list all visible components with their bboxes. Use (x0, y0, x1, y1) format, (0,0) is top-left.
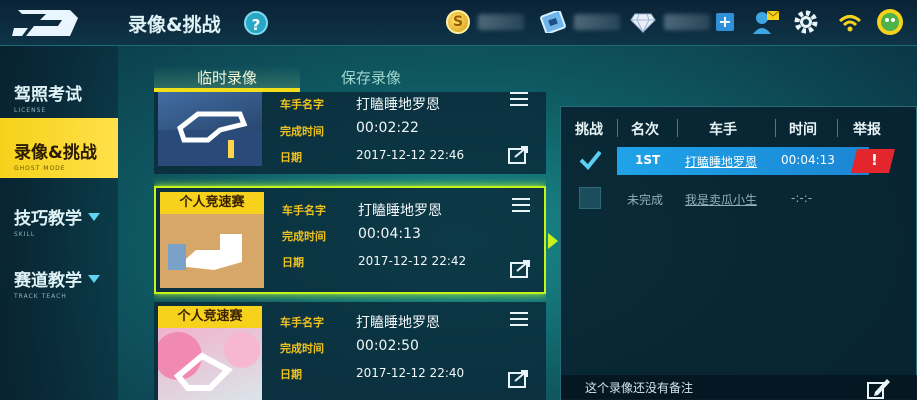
friends-mail-icon[interactable] (752, 8, 780, 36)
header-rank: 名次 (631, 122, 659, 138)
replay-list[interactable]: 车手名字 打瞌睡地罗恩 完成时间 00:02:22 日期 2017-12-12 … (154, 92, 546, 400)
help-button[interactable]: ? (244, 11, 268, 35)
add-diamond-button[interactable]: + (716, 13, 734, 31)
finish-time-label: 完成时间 (280, 342, 324, 355)
diamond-balance: + (630, 9, 734, 35)
chevron-down-icon (88, 212, 100, 221)
page-title: 录像&挑战 (128, 14, 221, 36)
driver-label: 车手名字 (280, 316, 324, 329)
replay-card[interactable]: 车手名字 打瞌睡地罗恩 完成时间 00:02:22 日期 2017-12-12 … (154, 92, 546, 174)
sidebar-item-skill[interactable]: 技巧教学 SKILL (0, 184, 118, 244)
menu-icon[interactable] (512, 198, 530, 212)
record-date: 2017-12-12 22:40 (356, 366, 465, 380)
share-icon[interactable] (510, 258, 532, 278)
coin-icon: S (446, 10, 470, 34)
back-logo-icon[interactable] (12, 4, 84, 42)
top-bar: 录像&挑战 ? S + (0, 0, 917, 46)
column-divider (617, 119, 618, 137)
time-value: 00:04:13 (781, 153, 835, 167)
note-text: 这个录像还没有备注 (585, 381, 694, 395)
selection-arrow-icon (548, 233, 558, 249)
driver-name: 打瞌睡地罗恩 (356, 97, 440, 113)
track-map-icon (158, 111, 262, 166)
challenge-checkbox-checked[interactable] (579, 149, 601, 171)
header-time: 时间 (789, 122, 817, 138)
sidebar-item-label: 技巧教学 (14, 209, 82, 229)
driver-name: 打瞌睡地罗恩 (356, 315, 440, 331)
rank-value: 1ST (635, 153, 661, 167)
finish-time: 00:04:13 (358, 226, 421, 242)
date-label: 日期 (280, 151, 302, 164)
track-thumbnail: 个人竞速赛 (160, 192, 264, 288)
ticket-icon (540, 11, 566, 33)
sidebar-item-sub: GHOST MODE (14, 165, 66, 172)
avatar[interactable] (876, 8, 904, 36)
sidebar-item-sub: LICENSE (14, 107, 47, 114)
rank-value: 未完成 (627, 193, 664, 207)
race-type-badge: 个人竞速赛 (158, 306, 262, 328)
finish-time: 00:02:50 (356, 338, 419, 354)
sidebar-item-label: 录像&挑战 (14, 143, 97, 163)
header-report: 举报 (853, 122, 881, 138)
race-type-badge: 个人竞速赛 (160, 192, 264, 214)
sidebar-item-license[interactable]: 驾照考试 LICENSE (0, 60, 118, 120)
coin-balance: S (446, 9, 524, 35)
sidebar-item-ghost-mode[interactable]: 录像&挑战 GHOST MODE (0, 118, 118, 178)
note-bar: 这个录像还没有备注 (561, 375, 917, 400)
challenge-checkbox[interactable] (579, 187, 601, 209)
driver-link[interactable]: 我是卖瓜小生 (685, 191, 757, 208)
header-challenge: 挑战 (575, 122, 603, 138)
diamond-icon (630, 13, 656, 33)
driver-name: 打瞌睡地罗恩 (358, 203, 442, 219)
tab-temporary-replay[interactable]: 临时录像 (154, 66, 300, 92)
driver-label: 车手名字 (282, 204, 326, 217)
menu-icon[interactable] (510, 312, 528, 326)
replay-card-selected[interactable]: 个人竞速赛 车手名字 打瞌睡地罗恩 完成时间 00:04:13 日期 2017-… (154, 186, 546, 294)
driver-label: 车手名字 (280, 98, 324, 111)
share-icon[interactable] (508, 368, 530, 388)
time-value: -:-:- (791, 191, 813, 205)
edit-note-icon[interactable] (867, 377, 891, 399)
finish-time-label: 完成时间 (280, 125, 324, 138)
sidebar: 驾照考试 LICENSE 录像&挑战 GHOST MODE 技巧教学 SKILL… (0, 46, 118, 400)
record-date: 2017-12-12 22:42 (358, 254, 467, 268)
chevron-down-icon (88, 274, 100, 283)
column-divider (837, 119, 838, 137)
replay-card[interactable]: 个人竞速赛 车手名字 打瞌睡地罗恩 完成时间 00:02:50 日期 2017-… (154, 302, 546, 400)
challenge-panel: 挑战 名次 车手 时间 举报 1ST 打瞌睡地罗恩 00:04:13 ! 未完成… (560, 106, 917, 400)
record-date: 2017-12-12 22:46 (356, 148, 465, 162)
column-divider (775, 119, 776, 137)
sidebar-item-label: 驾照考试 (14, 85, 82, 105)
coin-value-hidden (478, 14, 524, 30)
wifi-icon (838, 15, 862, 32)
tab-saved-replay[interactable]: 保存录像 (306, 66, 436, 92)
share-icon[interactable] (508, 144, 530, 164)
track-thumbnail: 个人竞速赛 (158, 306, 262, 400)
diamond-value-hidden (664, 14, 710, 30)
finish-time-label: 完成时间 (282, 230, 326, 243)
track-thumbnail (158, 92, 262, 166)
sidebar-item-track-teach[interactable]: 赛道教学 TRACK TEACH (0, 246, 118, 306)
date-label: 日期 (280, 368, 302, 381)
column-divider (677, 119, 678, 137)
date-label: 日期 (282, 256, 304, 269)
leaderboard-row-selected[interactable]: 1ST 打瞌睡地罗恩 00:04:13 (617, 147, 869, 175)
header-driver: 车手 (709, 122, 737, 138)
ticket-value-hidden (574, 14, 620, 30)
menu-icon[interactable] (510, 92, 528, 106)
sidebar-item-sub: TRACK TEACH (14, 293, 67, 300)
sidebar-item-label: 赛道教学 (14, 271, 82, 291)
report-icon[interactable]: ! (871, 151, 878, 169)
finish-time: 00:02:22 (356, 120, 419, 136)
sidebar-item-sub: SKILL (14, 231, 36, 238)
ticket-balance (540, 9, 620, 35)
driver-link[interactable]: 打瞌睡地罗恩 (685, 153, 757, 170)
gear-icon[interactable] (792, 8, 820, 36)
